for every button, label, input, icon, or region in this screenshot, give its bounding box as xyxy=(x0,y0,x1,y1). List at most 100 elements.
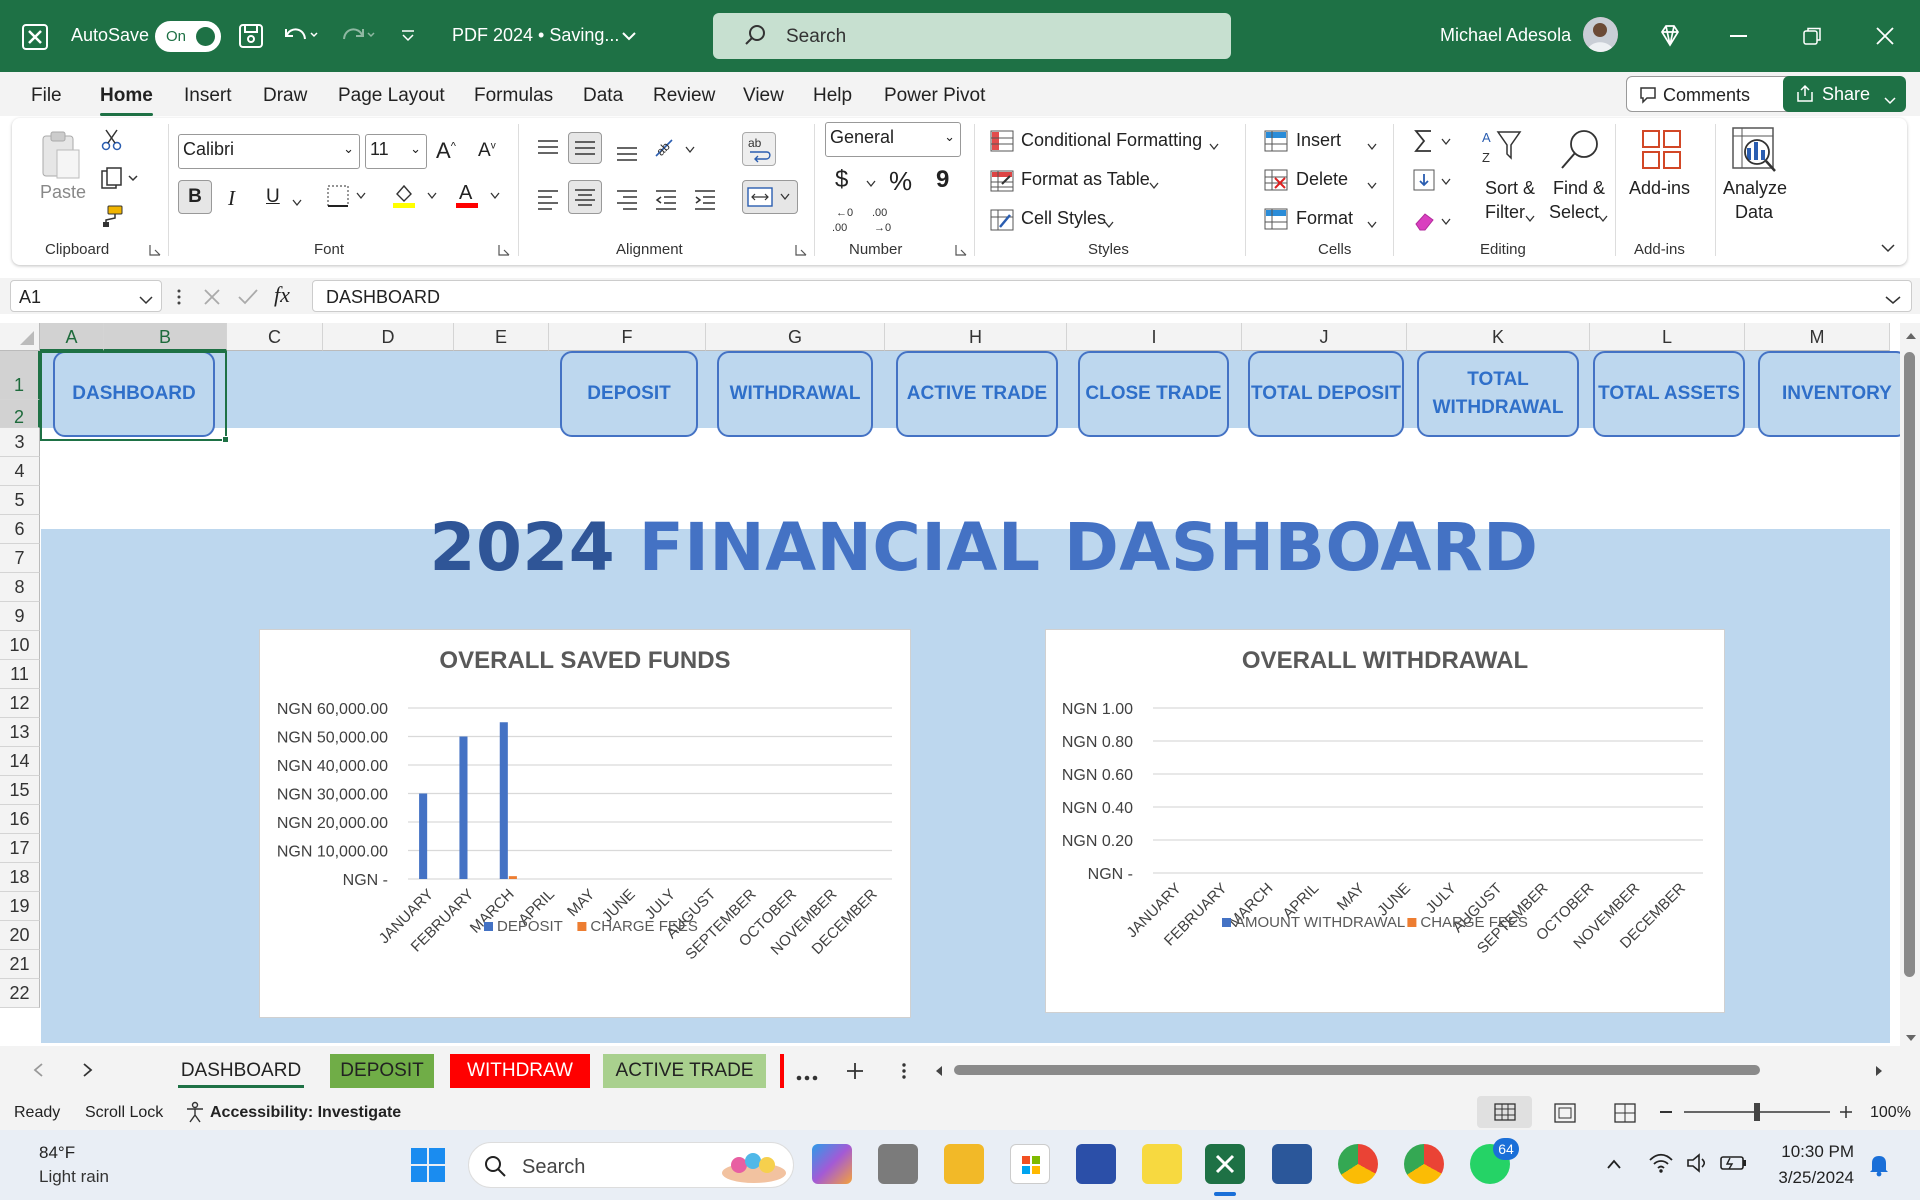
vertical-scrollbar[interactable] xyxy=(1900,323,1920,1046)
merge-center-icon[interactable] xyxy=(742,180,798,214)
active-trade-nav-button[interactable]: ACTIVE TRADE xyxy=(896,351,1058,437)
analyze-data-label-1[interactable]: Analyze xyxy=(1723,178,1787,199)
clock-date[interactable]: 3/25/2024 xyxy=(1766,1168,1854,1188)
cut-icon[interactable] xyxy=(100,128,124,157)
menu-data[interactable]: Data xyxy=(583,85,623,107)
spreadsheet-grid[interactable]: A B C D E F G H I J K L M 1 2 DASHBOARD … xyxy=(0,323,1900,1043)
row-header[interactable]: 21 xyxy=(0,950,40,979)
user-name[interactable]: Michael Adesola xyxy=(1440,25,1571,46)
battery-icon[interactable] xyxy=(1720,1154,1748,1177)
sort-filter-label-1[interactable]: Sort & xyxy=(1485,178,1535,199)
chevron-down-icon[interactable] xyxy=(1367,138,1377,156)
row-header[interactable]: 2 xyxy=(0,400,40,428)
analyze-data-icon[interactable] xyxy=(1730,126,1780,179)
dashboard-nav-button[interactable]: DASHBOARD xyxy=(53,351,215,437)
sheet-tab-dashboard[interactable]: DASHBOARD xyxy=(166,1054,316,1088)
comments-button[interactable]: Comments xyxy=(1626,76,1802,112)
menu-file[interactable]: File xyxy=(31,85,62,107)
format-cells-icon[interactable] xyxy=(1264,208,1288,235)
volume-icon[interactable] xyxy=(1686,1152,1710,1179)
fill-icon[interactable] xyxy=(1412,168,1456,199)
task-view-icon[interactable] xyxy=(878,1144,918,1184)
tray-chevron-icon[interactable] xyxy=(1606,1157,1622,1175)
row-header[interactable]: 22 xyxy=(0,979,40,1008)
column-header[interactable]: F xyxy=(549,323,706,351)
close-icon[interactable] xyxy=(1875,26,1895,51)
comma-button[interactable]: 9 xyxy=(936,166,949,194)
column-header[interactable]: G xyxy=(706,323,885,351)
currency-button[interactable]: $ xyxy=(835,166,848,194)
chevron-down-icon[interactable] xyxy=(1367,216,1377,234)
insert-function-icon[interactable]: fx xyxy=(274,282,290,308)
name-box[interactable]: A1 xyxy=(10,280,162,312)
find-select-label-2[interactable]: Select xyxy=(1549,202,1599,223)
wrap-text-icon[interactable]: ab xyxy=(742,132,776,166)
align-center-icon[interactable] xyxy=(568,180,602,214)
total-deposit-nav-button[interactable]: TOTAL DEPOSIT xyxy=(1248,351,1404,437)
select-all-corner[interactable] xyxy=(0,323,40,351)
next-sheet-icon[interactable] xyxy=(82,1062,94,1083)
zoom-out-icon[interactable] xyxy=(1660,1111,1672,1113)
scroll-up-icon[interactable] xyxy=(1905,328,1917,346)
document-title[interactable]: PDF 2024 • Saving... xyxy=(452,25,619,46)
chevron-down-icon[interactable] xyxy=(1598,210,1608,228)
store-icon[interactable] xyxy=(1010,1144,1050,1184)
column-header[interactable]: A xyxy=(40,323,104,351)
chevron-down-icon[interactable] xyxy=(1525,210,1535,228)
menu-draw[interactable]: Draw xyxy=(263,85,307,107)
insert-cells-button[interactable]: Insert xyxy=(1296,130,1341,151)
chrome-icon[interactable] xyxy=(1338,1144,1378,1184)
zoom-slider[interactable] xyxy=(1684,1103,1830,1121)
prev-sheet-icon[interactable] xyxy=(32,1062,44,1083)
font-name-select[interactable]: Calibri ⌄ xyxy=(178,134,360,169)
increase-indent-icon[interactable] xyxy=(693,188,717,215)
find-select-label-1[interactable]: Find & xyxy=(1553,178,1605,199)
row-header[interactable]: 10 xyxy=(0,631,40,660)
conditional-formatting-button[interactable]: Conditional Formatting xyxy=(1021,130,1202,151)
confirm-entry-icon[interactable] xyxy=(237,287,259,312)
dialog-launcher-icon[interactable] xyxy=(149,243,161,261)
sheet-tab-deposit[interactable]: DEPOSIT xyxy=(330,1054,434,1088)
title-chevron-down-icon[interactable] xyxy=(621,29,637,47)
wifi-icon[interactable] xyxy=(1648,1152,1674,1179)
column-header[interactable]: I xyxy=(1067,323,1242,351)
excel-taskbar-icon[interactable] xyxy=(1205,1144,1245,1184)
dialog-launcher-icon[interactable] xyxy=(955,243,967,261)
add-sheet-icon[interactable] xyxy=(846,1062,864,1085)
row-header[interactable]: 20 xyxy=(0,921,40,950)
delete-cells-button[interactable]: Delete xyxy=(1296,169,1348,190)
row-header[interactable]: 18 xyxy=(0,863,40,892)
align-top-icon[interactable] xyxy=(536,138,560,163)
page-break-view-icon[interactable] xyxy=(1613,1102,1637,1129)
dialog-launcher-icon[interactable] xyxy=(795,243,807,261)
column-header[interactable]: E xyxy=(454,323,549,351)
bold-button[interactable]: B xyxy=(178,180,212,214)
menu-review[interactable]: Review xyxy=(653,85,715,107)
currency-chevron-icon[interactable] xyxy=(866,175,876,193)
copilot-icon[interactable] xyxy=(812,1144,852,1184)
withdrawal-nav-button[interactable]: WITHDRAWAL xyxy=(717,351,873,437)
number-format-select[interactable]: General ⌄ xyxy=(825,122,961,157)
percent-button[interactable]: % xyxy=(889,166,912,197)
sheet-tab-active-trade[interactable]: ACTIVE TRADE xyxy=(603,1054,766,1088)
italic-button[interactable]: I xyxy=(228,186,235,211)
align-right-icon[interactable] xyxy=(615,188,639,215)
add-ins-button[interactable]: Add-ins xyxy=(1629,178,1690,199)
accessibility-icon[interactable] xyxy=(184,1101,206,1128)
formula-input[interactable]: DASHBOARD xyxy=(312,280,1912,312)
total-withdrawal-nav-button[interactable]: TOTAL WITHDRAWAL xyxy=(1417,351,1579,437)
customize-toolbar-icon[interactable] xyxy=(400,28,416,49)
save-icon[interactable] xyxy=(238,23,264,54)
format-as-table-button[interactable]: Format as Table xyxy=(1021,169,1150,190)
zoom-slider-thumb[interactable] xyxy=(1754,1103,1760,1121)
file-explorer-icon[interactable] xyxy=(944,1144,984,1184)
row-header[interactable]: 4 xyxy=(0,457,40,486)
minimize-icon[interactable] xyxy=(1730,35,1747,37)
vb-app-icon[interactable] xyxy=(1076,1144,1116,1184)
zoom-in-icon[interactable] xyxy=(1839,1105,1853,1124)
row-header[interactable]: 7 xyxy=(0,544,40,573)
page-layout-view-icon[interactable] xyxy=(1553,1102,1577,1129)
copy-icon[interactable] xyxy=(100,166,140,195)
row-header[interactable]: 6 xyxy=(0,515,40,544)
weather-desc[interactable]: Light rain xyxy=(39,1167,109,1187)
